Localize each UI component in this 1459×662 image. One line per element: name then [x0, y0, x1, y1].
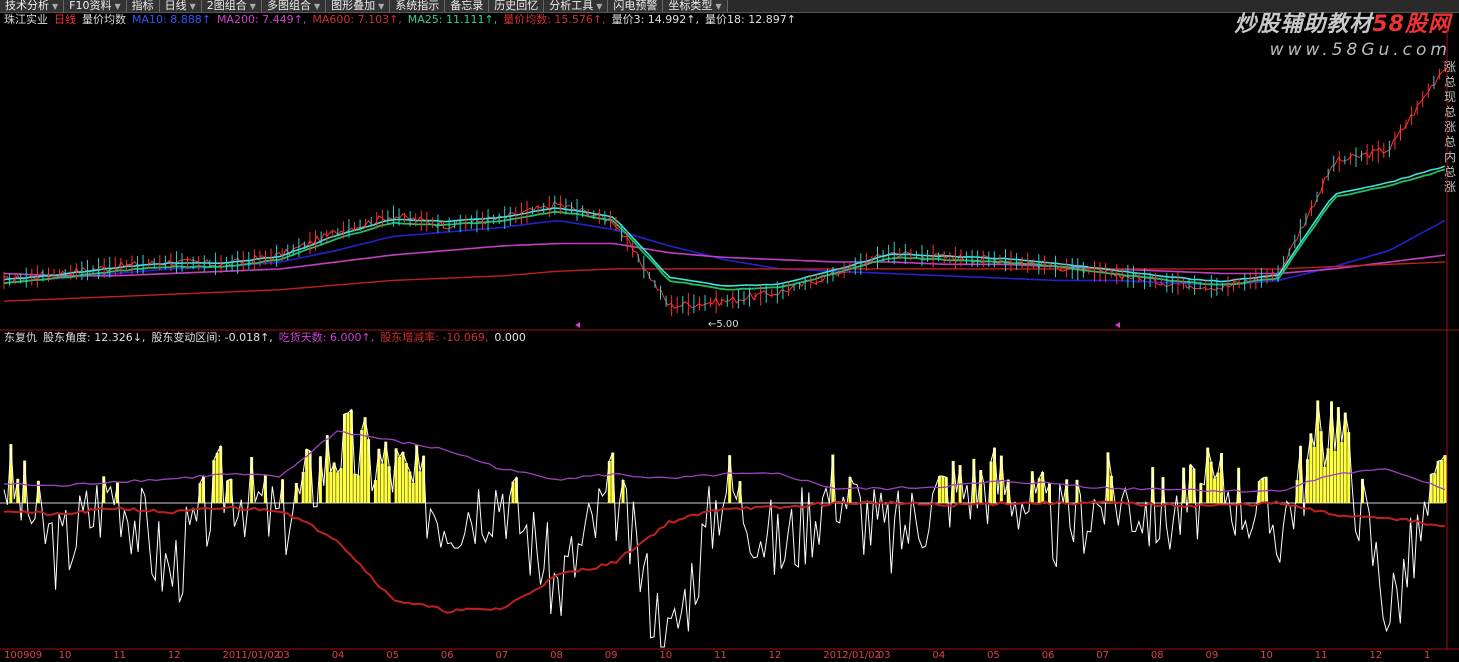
- date-tick-label: 03: [277, 650, 290, 661]
- main-series-量价均数: [3, 69, 1446, 310]
- side-label-6: 内: [1443, 150, 1456, 164]
- date-tick-label: 10: [58, 650, 72, 661]
- date-tick-label: 09: [604, 650, 618, 661]
- date-axis: 100909 10 11 12 2011/01/02 03 04 05 06 07 08 09 10 11…: [0, 650, 1459, 662]
- date-tick-label: 05: [386, 650, 400, 661]
- date-tick-label: 11: [1314, 650, 1328, 661]
- side-label-3: 总: [1443, 105, 1456, 119]
- low-price-marker: ←5.00: [708, 319, 739, 330]
- sub-readout-2: 吃货天数: 6.000↑,: [278, 331, 375, 344]
- date-tick-label: 2012/01/02: [823, 650, 881, 661]
- date-tick-label: 12: [1369, 650, 1383, 661]
- date-tick-label: 12: [768, 650, 782, 661]
- sub-info-row: 东复仇 股东角度: 12.326↓, 股东变动区间: -0.018↑, 吃货天数: …: [4, 331, 526, 345]
- date-tick-label: 07: [495, 650, 509, 661]
- date-tick-label: 09: [1205, 650, 1219, 661]
- main-series-MA10: [3, 219, 1446, 286]
- date-tick-label: 12: [167, 650, 181, 661]
- date-tick-label: 07: [1096, 650, 1110, 661]
- marker-triangle: [575, 322, 580, 328]
- date-tick-label: 1: [1424, 650, 1431, 661]
- date-tick-label: 05: [987, 650, 1000, 661]
- date-tick-label: 08: [1150, 650, 1164, 661]
- marker-triangle: [1115, 322, 1120, 328]
- side-label-7: 总: [1443, 165, 1456, 179]
- date-tick-label: 11: [714, 650, 727, 661]
- side-label-2: 现: [1443, 90, 1456, 104]
- side-label-5: 总: [1443, 135, 1456, 149]
- side-label-8: 涨: [1443, 180, 1456, 194]
- date-tick-label: 04: [932, 650, 946, 661]
- date-tick-label: 06: [440, 650, 454, 661]
- sub-readout-4: 0.000: [494, 331, 526, 344]
- date-tick-label: 10: [1260, 650, 1273, 661]
- sub-readout-3: 股东增减率: -10.069,: [380, 331, 489, 344]
- date-tick-label: 06: [1041, 650, 1055, 661]
- sub-readout-0: 股东角度: 12.326↓,: [43, 331, 146, 344]
- sub-series-股东角度: [3, 400, 1446, 648]
- date-tick-label: 04: [331, 650, 345, 661]
- side-label-0: 涨: [1443, 60, 1456, 74]
- date-tick-label: 2011/01/02: [222, 650, 281, 661]
- date-tick-label: 10: [659, 650, 673, 661]
- date-tick-label: 11: [113, 650, 126, 661]
- sub-series-股东增减率: [3, 500, 1445, 614]
- date-tick-label: 03: [877, 650, 891, 661]
- side-labels: 涨总现总涨总内总涨: [1443, 60, 1457, 195]
- date-tick-label: 100909: [4, 650, 43, 661]
- sub-readout-1: 股东变动区间: -0.018↑,: [151, 331, 273, 344]
- date-tick-label: 08: [550, 650, 563, 661]
- side-label-4: 涨: [1443, 120, 1456, 134]
- sub-indicator-name[interactable]: 东复仇: [4, 331, 37, 345]
- main-series-cyan: [3, 165, 1446, 287]
- side-label-1: 总: [1443, 75, 1456, 89]
